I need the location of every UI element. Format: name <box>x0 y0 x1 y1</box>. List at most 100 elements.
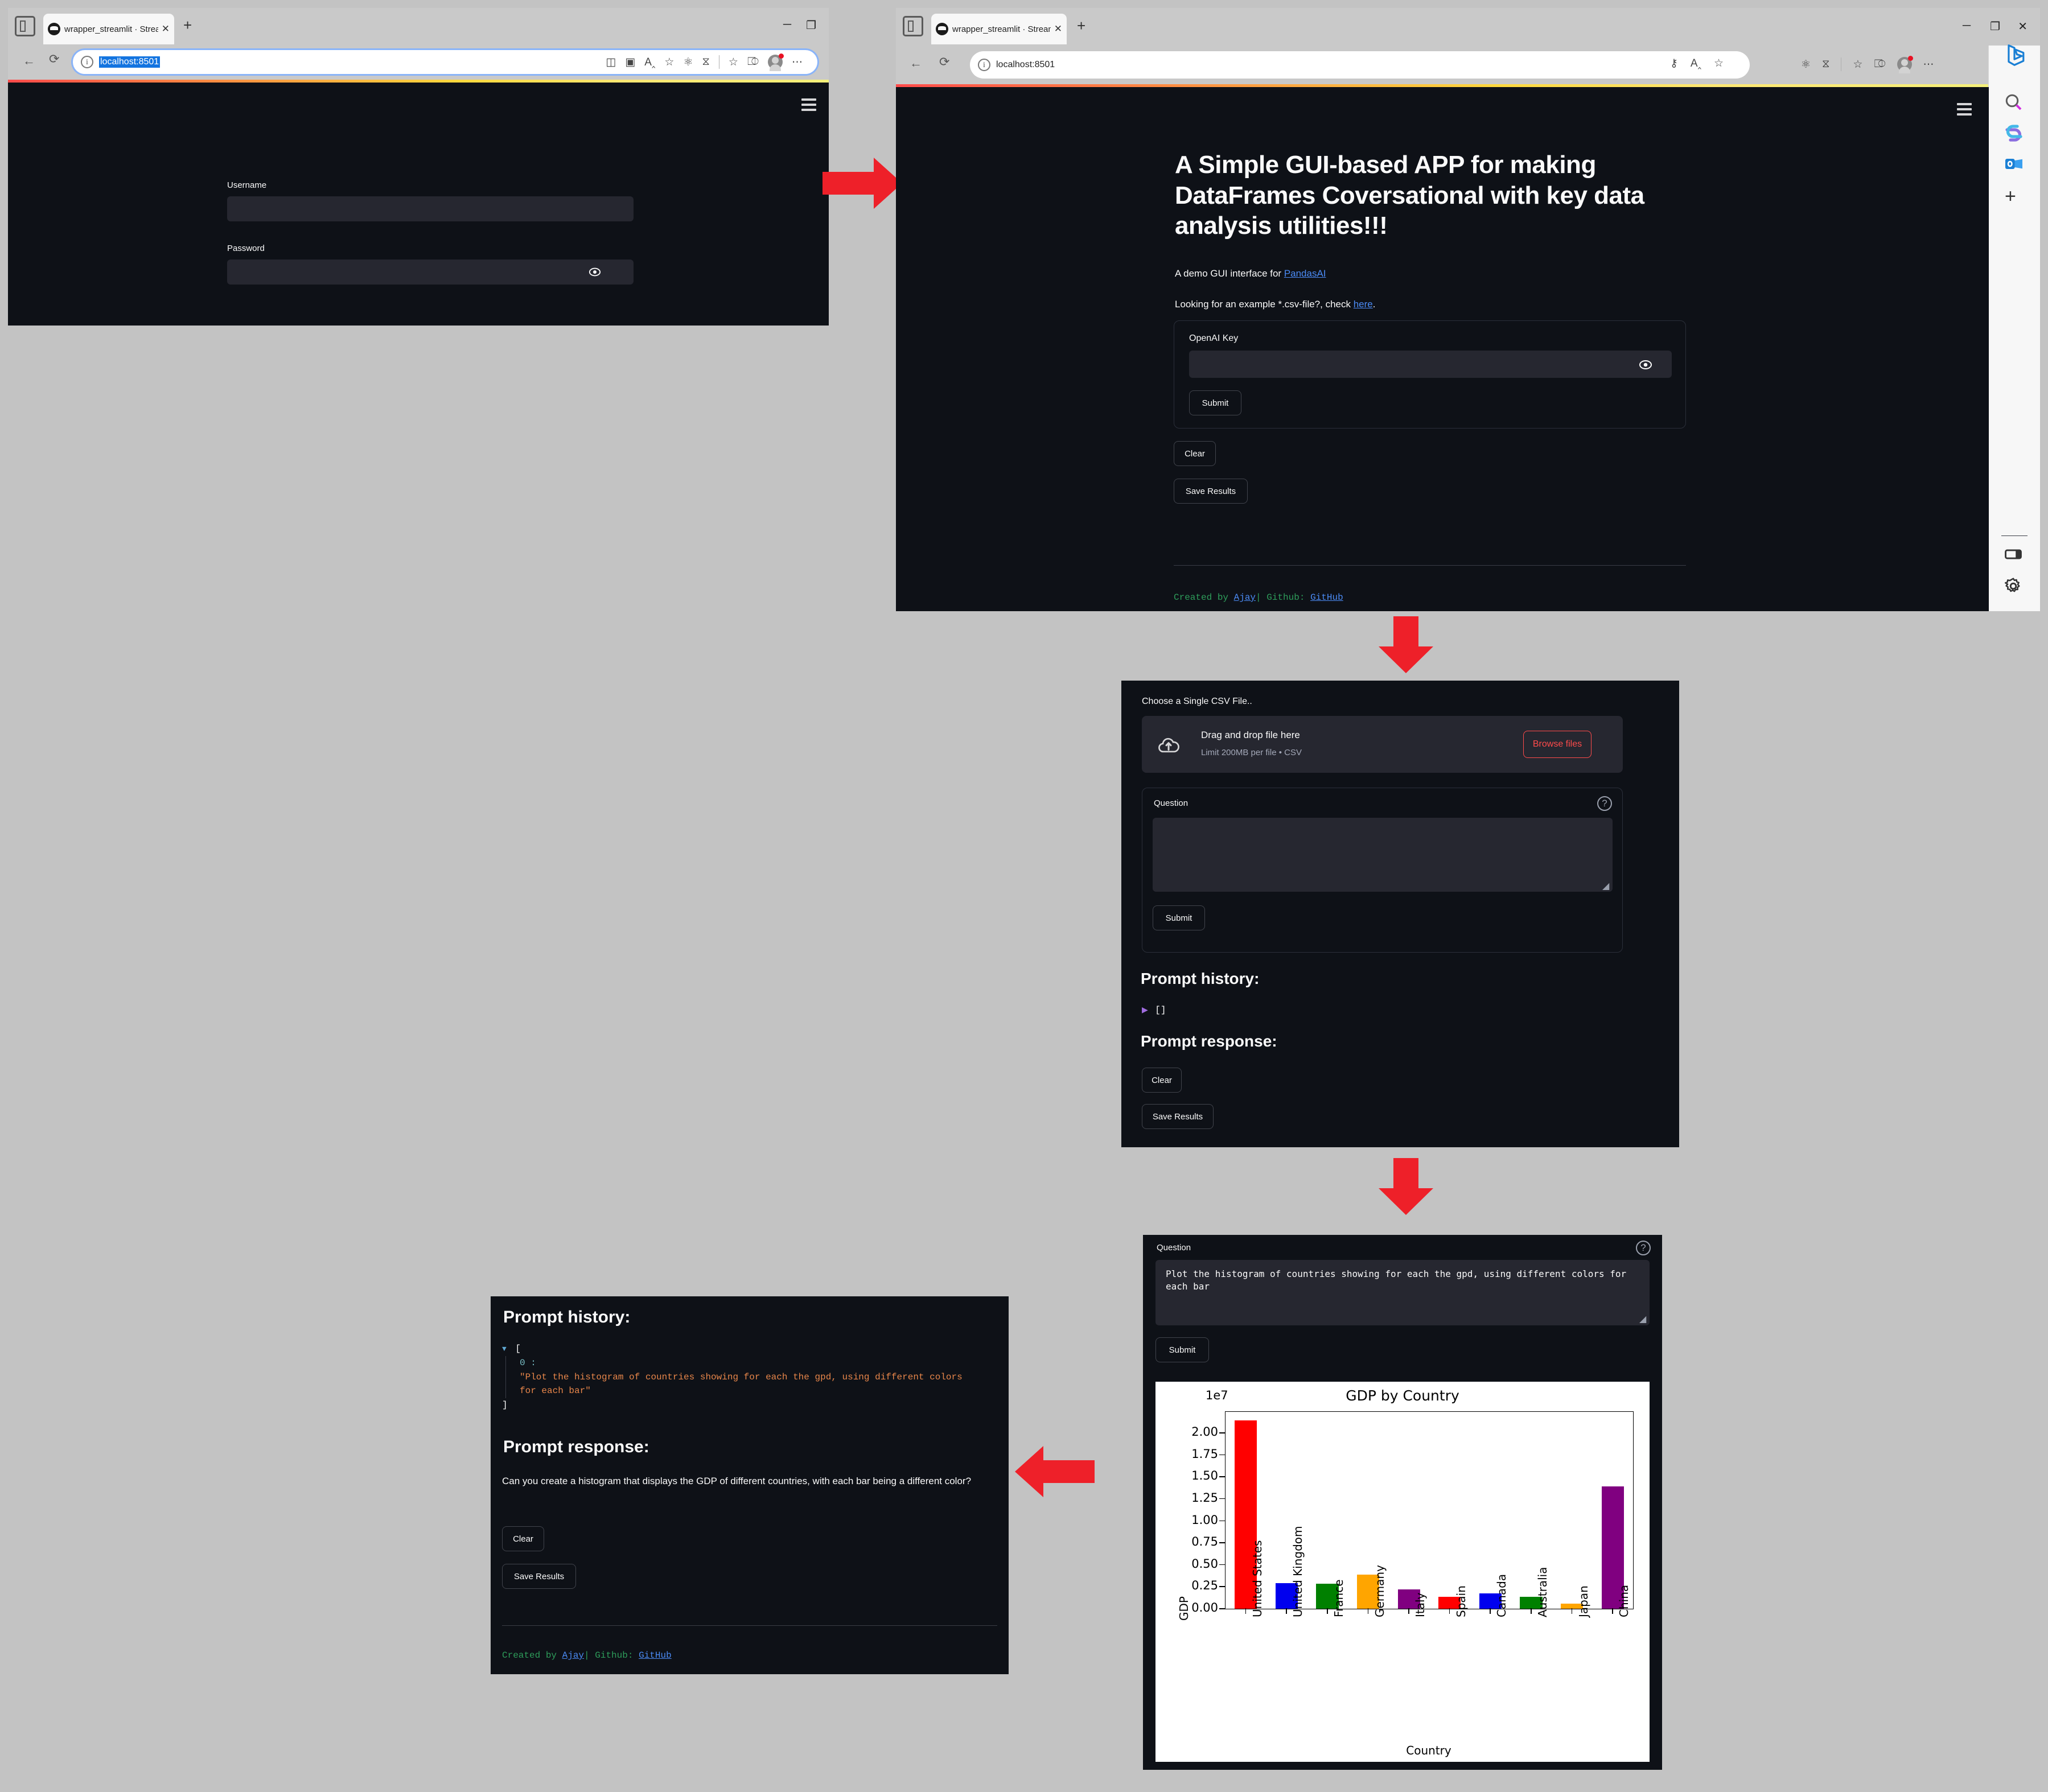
favorites-icon[interactable]: ☆ <box>1853 58 1862 71</box>
read-aloud-icon[interactable]: A‸ <box>1691 57 1701 70</box>
new-tab-button[interactable]: + <box>1077 18 1085 33</box>
copilot-sidebar-icon[interactable] <box>2004 123 2024 146</box>
openai-key-submit-button[interactable]: Submit <box>1189 390 1241 415</box>
browser-tab[interactable]: wrapper_streamlit · Streamlit ✕ <box>43 14 174 44</box>
json-root-row[interactable]: ▼ [ <box>502 1342 997 1356</box>
sidebar-settings-gear-icon[interactable] <box>2004 576 2023 599</box>
restore-button[interactable]: ❐ <box>806 18 816 32</box>
save-results-button[interactable]: Save Results <box>502 1564 576 1589</box>
add-favorite-icon[interactable]: ☆ <box>1714 57 1724 70</box>
url-text[interactable]: localhost:8501 <box>996 60 1055 70</box>
file-dropzone[interactable]: Drag and drop file here Limit 200MB per … <box>1142 716 1623 773</box>
streamlit-menu-icon[interactable] <box>801 98 816 114</box>
footer-separator: | <box>584 1650 590 1661</box>
add-favorite-icon[interactable]: ☆ <box>664 56 674 69</box>
footer-author-link[interactable]: Ajay <box>562 1650 584 1661</box>
restore-button[interactable]: ❐ <box>1990 19 2000 34</box>
expand-caret-icon[interactable]: ▶ <box>1142 1005 1148 1014</box>
chart-x-tick-label: Australia <box>1536 1567 1549 1617</box>
browse-files-button[interactable]: Browse files <box>1523 731 1591 758</box>
footer-created-by-label: Created by <box>502 1650 557 1661</box>
browser-window-login[interactable]: wrapper_streamlit · Streamlit ✕ + ─ ❐ ← … <box>8 8 829 326</box>
upload-cloud-icon <box>1157 734 1181 760</box>
sidebar-toggle-icon[interactable] <box>2004 545 2023 567</box>
profile-avatar[interactable] <box>1897 56 1913 73</box>
favorites-icon[interactable]: ☆ <box>729 56 738 69</box>
copilot-icon[interactable]: ⚛ <box>1801 58 1811 71</box>
minimize-button[interactable]: ─ <box>783 18 791 31</box>
profile-avatar[interactable] <box>768 53 784 71</box>
footer-created-by-label: Created by <box>1174 592 1229 603</box>
example-csv-link[interactable]: here <box>1354 299 1373 310</box>
save-results-button[interactable]: Save Results <box>1142 1104 1214 1129</box>
username-input[interactable] <box>227 196 634 221</box>
reading-view-icon[interactable]: ▣ <box>625 56 635 69</box>
browser-tab[interactable]: wrapper_streamlit · Streamlit ✕ <box>931 14 1067 44</box>
prompt-history-json[interactable]: ▼ [ 0 : "Plot the histogram of countries… <box>502 1342 997 1412</box>
refresh-icon[interactable]: ⟳ <box>939 55 949 69</box>
pandasai-link[interactable]: PandasAI <box>1284 268 1326 279</box>
more-options-icon[interactable]: ⋯ <box>1923 58 1934 71</box>
split-screen-icon[interactable]: ◫ <box>606 56 616 69</box>
refresh-icon[interactable]: ⟳ <box>49 52 59 67</box>
close-tab-icon[interactable]: ✕ <box>162 23 170 35</box>
chart-x-tick-mark <box>1408 1608 1409 1614</box>
more-options-icon[interactable]: ⋯ <box>792 56 803 69</box>
browser-window-app[interactable]: wrapper_streamlit · Streamlit ✕ + ─ ❐ ✕ … <box>896 8 2040 611</box>
password-key-icon[interactable]: ⚷ <box>1670 57 1678 70</box>
url-text[interactable]: localhost:8501 <box>99 56 161 68</box>
clear-button[interactable]: Clear <box>502 1526 544 1551</box>
password-input[interactable] <box>227 259 634 285</box>
openai-key-input[interactable] <box>1189 351 1672 378</box>
clear-button[interactable]: Clear <box>1174 441 1216 466</box>
question-submit-button[interactable]: Submit <box>1155 1337 1209 1362</box>
search-icon[interactable] <box>2004 92 2024 116</box>
textarea-resize-grip[interactable]: ◢ <box>1639 1313 1646 1325</box>
outlook-icon[interactable] <box>2004 154 2024 177</box>
footer-github-link[interactable]: GitHub <box>1310 592 1343 603</box>
tab-collections-icon[interactable] <box>15 16 35 36</box>
prompt-history-json[interactable]: ▶ [] <box>1142 1005 1166 1015</box>
tab-strip: wrapper_streamlit · Streamlit ✕ + ─ ❐ ✕ <box>896 8 2040 46</box>
tab-collections-icon[interactable] <box>903 16 923 36</box>
save-results-button[interactable]: Save Results <box>1174 479 1248 504</box>
bing-chat-icon[interactable] <box>2001 42 2028 71</box>
streamlit-menu-icon[interactable] <box>1957 103 1972 118</box>
extensions-icon[interactable]: ⧖ <box>702 56 710 68</box>
site-info-icon[interactable]: i <box>81 56 93 68</box>
back-icon[interactable]: ← <box>910 56 922 71</box>
footer-author-link[interactable]: Ajay <box>1234 592 1256 603</box>
minimize-button[interactable]: ─ <box>1963 19 1971 32</box>
extensions-icon[interactable]: ⧖ <box>1822 58 1829 71</box>
dropzone-title: Drag and drop file here <box>1201 730 1300 740</box>
question-help-icon[interactable]: ? <box>1597 796 1612 811</box>
openai-key-form: OpenAI Key Submit <box>1174 320 1686 429</box>
question-textarea[interactable] <box>1153 818 1613 892</box>
collapse-caret-icon[interactable]: ▼ <box>502 1345 507 1353</box>
add-sidebar-app-icon[interactable]: + <box>2005 187 2016 206</box>
copilot-icon[interactable]: ⚛ <box>683 56 693 69</box>
new-tab-button[interactable]: + <box>183 18 192 32</box>
collections-icon[interactable]: ⎄ <box>747 56 759 68</box>
toggle-password-visibility-icon[interactable] <box>589 266 601 278</box>
close-tab-icon[interactable]: ✕ <box>1054 23 1062 35</box>
collections-icon[interactable]: ⎄ <box>1874 58 1885 71</box>
demo-description: A demo GUI interface for PandasAI <box>1175 268 1326 279</box>
read-aloud-icon[interactable]: A‸ <box>644 56 655 69</box>
footer: Created by Ajay| Github: GitHub <box>1174 592 1343 603</box>
question-textarea[interactable] <box>1155 1260 1650 1325</box>
close-window-button[interactable]: ✕ <box>2018 19 2028 34</box>
toggle-openai-key-visibility-icon[interactable] <box>1639 358 1652 370</box>
clear-button[interactable]: Clear <box>1142 1068 1182 1093</box>
question-help-icon[interactable]: ? <box>1636 1241 1651 1255</box>
address-bar[interactable]: i localhost:8501 <box>970 51 1750 79</box>
streamlit-app-page: A Simple GUI-based APP for making DataFr… <box>896 87 1989 611</box>
chart-x-tick-mark <box>1327 1608 1328 1614</box>
json-item-index: 0 : <box>520 1357 536 1368</box>
site-info-icon[interactable]: i <box>978 59 990 71</box>
navigation-bar: ← ⟳ i localhost:8501 ⚷ A‸ ☆ ⚛ ⧖ ☆ ⎄ ⋯ <box>896 46 2040 84</box>
footer-github-link[interactable]: GitHub <box>639 1650 672 1661</box>
back-icon[interactable]: ← <box>23 53 35 68</box>
question-submit-button[interactable]: Submit <box>1153 905 1205 930</box>
textarea-resize-grip[interactable]: ◢ <box>1602 880 1609 892</box>
